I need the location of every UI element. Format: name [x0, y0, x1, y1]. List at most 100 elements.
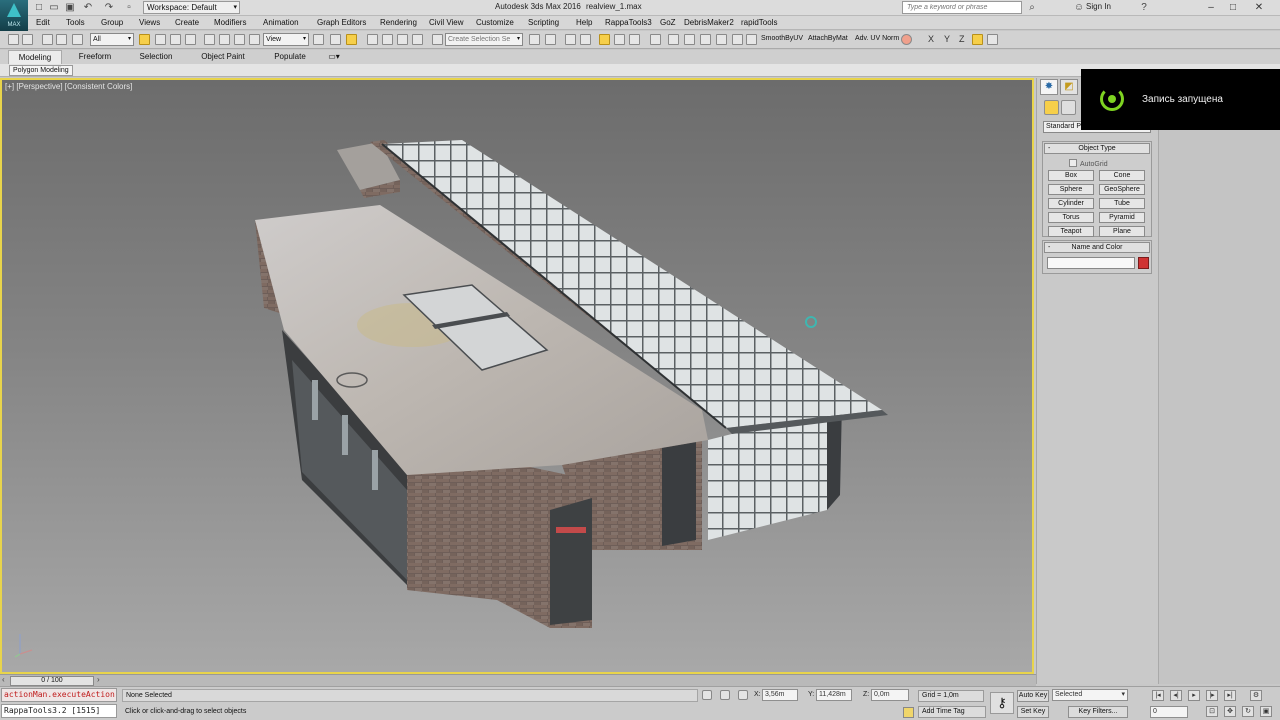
menu-animation[interactable]: Animation [263, 17, 299, 29]
time-configuration-icon[interactable]: ⚙ [1250, 690, 1262, 701]
ribbon-options-icon[interactable]: ▭▾ [324, 50, 344, 64]
close-button[interactable]: ✕ [1248, 0, 1270, 15]
angle-snap-icon[interactable] [382, 34, 393, 45]
absolute-mode-icon[interactable] [738, 690, 748, 700]
teapot-button[interactable]: Teapot [1048, 226, 1094, 237]
scene-explorer-icon[interactable] [565, 34, 576, 45]
snaps-toggle-icon[interactable] [367, 34, 378, 45]
menu-tools[interactable]: Tools [66, 17, 85, 29]
play-icon[interactable]: ▸ [1188, 690, 1200, 701]
open-file-icon[interactable]: ▭ [48, 2, 60, 14]
percent-snap-icon[interactable] [397, 34, 408, 45]
building-model[interactable] [2, 80, 1032, 672]
x-coordinate-field[interactable]: 3,56m [762, 689, 798, 701]
script-tool-icon[interactable] [732, 34, 743, 45]
menu-rendering[interactable]: Rendering [380, 17, 417, 29]
zoom-extents-icon[interactable]: ⊡ [1206, 706, 1218, 717]
menu-debrismaker2[interactable]: DebrisMaker2 [684, 17, 734, 29]
graphite-ribbon-icon[interactable] [599, 34, 610, 45]
rotate-icon[interactable] [219, 34, 230, 45]
tab-selection[interactable]: Selection [130, 50, 182, 64]
y-coordinate-field[interactable]: 11,428m [816, 689, 852, 701]
spinner-snap-icon[interactable] [412, 34, 423, 45]
place-icon[interactable] [249, 34, 260, 45]
layer-explorer-icon[interactable] [580, 34, 591, 45]
named-selection-dropdown[interactable]: Create Selection Se ▾ [445, 33, 523, 46]
curve-editor-icon[interactable] [614, 34, 625, 45]
edit-named-selection-icon[interactable] [432, 34, 443, 45]
search-input[interactable] [907, 4, 1021, 11]
cylinder-button[interactable]: Cylinder [1048, 198, 1094, 209]
reference-coordinate-dropdown[interactable]: View ▾ [263, 33, 309, 46]
axis-constraint-icon[interactable] [987, 34, 998, 45]
maximize-viewport-icon[interactable]: ▣ [1260, 706, 1272, 717]
rendered-frame-icon[interactable] [684, 34, 695, 45]
axis-x-button[interactable]: X [928, 34, 934, 44]
menu-graph-editors[interactable]: Graph Editors [317, 17, 366, 29]
keyboard-shortcut-override-icon[interactable] [346, 34, 357, 45]
modify-panel-tab[interactable]: ◩ [1060, 79, 1078, 95]
select-by-name-icon[interactable] [155, 34, 166, 45]
autogrid-checkbox[interactable]: AutoGrid [1069, 159, 1108, 168]
object-type-header[interactable]: - Object Type [1044, 143, 1150, 154]
pencil-tool-icon[interactable] [746, 34, 757, 45]
menu-rappatools3[interactable]: RappaTools3 [605, 17, 652, 29]
pivot-center-icon[interactable] [313, 34, 324, 45]
auto-key-button[interactable]: Auto Key [1017, 690, 1049, 702]
menu-create[interactable]: Create [175, 17, 199, 29]
user-icon[interactable]: ☺ [1073, 2, 1085, 14]
sign-in-link[interactable]: Sign In [1086, 2, 1111, 11]
tab-modeling[interactable]: Modeling [8, 50, 62, 64]
mirror-icon[interactable] [529, 34, 540, 45]
plane-button[interactable]: Plane [1099, 226, 1145, 237]
menu-scripting[interactable]: Scripting [528, 17, 559, 29]
render-iterative-icon[interactable] [716, 34, 727, 45]
cone-button[interactable]: Cone [1099, 170, 1145, 181]
menu-rapidtools[interactable]: rapidTools [741, 17, 777, 29]
menu-customize[interactable]: Customize [476, 17, 514, 29]
viewport-label[interactable]: [+] [Perspective] [Consistent Colors] [5, 82, 132, 91]
adv-uv-norm-button[interactable]: Adv. UV Norm [855, 35, 899, 42]
move-icon[interactable] [204, 34, 215, 45]
next-key-icon[interactable]: |▸ [1206, 690, 1218, 701]
bind-space-warp-icon[interactable] [72, 34, 83, 45]
time-slider[interactable]: ‹ 0 / 100 › [0, 674, 1036, 686]
menu-goz[interactable]: GoZ [660, 17, 676, 29]
sphere-button[interactable]: Sphere [1048, 184, 1094, 195]
selection-lock-icon[interactable] [720, 690, 730, 700]
application-menu-button[interactable]: MAX [0, 0, 28, 32]
save-file-icon[interactable]: ▣ [64, 2, 76, 14]
undo-icon[interactable]: ↶ [82, 2, 94, 14]
pyramid-button[interactable]: Pyramid [1099, 212, 1145, 223]
minimize-button[interactable]: – [1200, 0, 1222, 15]
key-filters-button[interactable]: Key Filters... [1068, 706, 1128, 718]
menu-group[interactable]: Group [101, 17, 123, 29]
refresh-icon[interactable] [901, 34, 912, 45]
orbit-icon[interactable]: ↻ [1242, 706, 1254, 717]
redo-scene-icon[interactable] [22, 34, 33, 45]
render-setup-icon[interactable] [668, 34, 679, 45]
go-to-start-icon[interactable]: |◂ [1152, 690, 1164, 701]
schematic-view-icon[interactable] [629, 34, 640, 45]
tab-populate[interactable]: Populate [264, 50, 316, 64]
name-and-color-header[interactable]: - Name and Color [1044, 242, 1150, 253]
add-time-tag-button[interactable]: Add Time Tag [918, 706, 986, 718]
menu-edit[interactable]: Edit [36, 17, 50, 29]
perspective-viewport[interactable]: [+] [Perspective] [Consistent Colors] [0, 78, 1034, 674]
object-color-swatch[interactable] [1138, 257, 1149, 269]
smoothbyuv-button[interactable]: SmoothByUV [761, 35, 803, 42]
tab-object-paint[interactable]: Object Paint [192, 50, 254, 64]
maximize-button[interactable]: □ [1222, 0, 1244, 15]
menu-views[interactable]: Views [139, 17, 160, 29]
material-editor-icon[interactable] [650, 34, 661, 45]
pan-view-icon[interactable]: ✥ [1224, 706, 1236, 717]
time-tag-icon[interactable] [903, 707, 914, 718]
maxscript-listener-output[interactable]: actionMan.executeAction [1, 688, 117, 702]
previous-frame-icon[interactable]: ‹ [2, 675, 5, 684]
search-icon[interactable]: ⌕ [1026, 2, 1038, 14]
box-button[interactable]: Box [1048, 170, 1094, 181]
redo-icon[interactable]: ↷ [103, 2, 115, 14]
selection-filter-dropdown[interactable]: All ▾ [90, 33, 134, 46]
rect-selection-icon[interactable] [170, 34, 181, 45]
time-slider-thumb[interactable]: 0 / 100 [10, 676, 94, 686]
